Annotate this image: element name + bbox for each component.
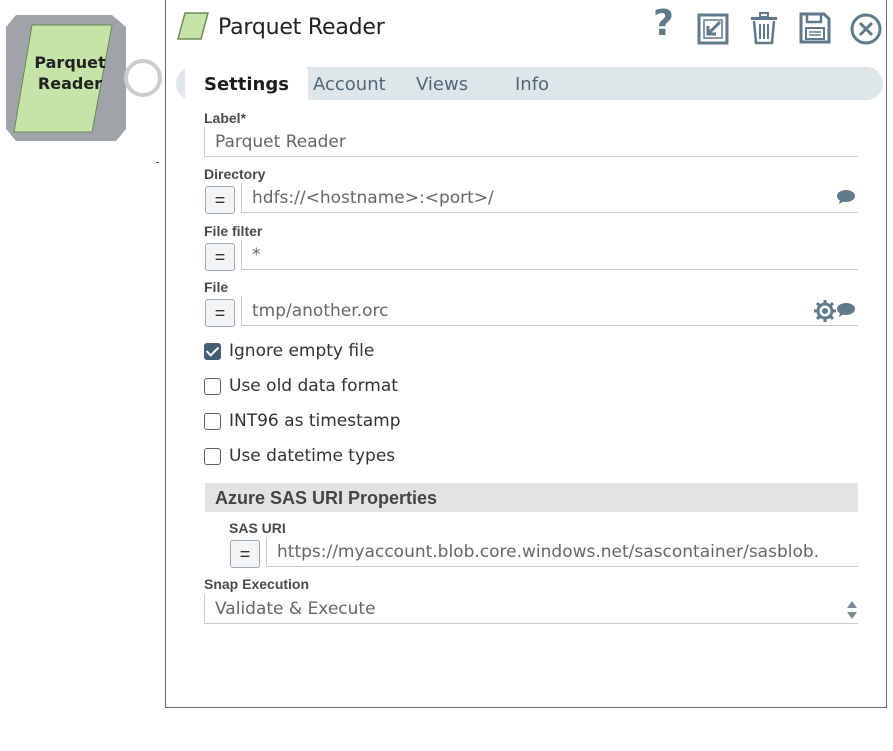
parquet-reader-snap[interactable]: Parquet Reader (6, 15, 162, 142)
checkbox-label: Use old data format (229, 376, 398, 396)
suggest-icon[interactable] (836, 189, 856, 205)
directory-expression-button[interactable]: = (205, 186, 235, 214)
tab-info[interactable]: Info (515, 67, 549, 100)
dialog-title: Parquet Reader (218, 15, 385, 40)
checkbox-label: INT96 as timestamp (229, 411, 401, 431)
file-expression-button[interactable]: = (205, 299, 235, 327)
file-filter-expression-button[interactable]: = (205, 243, 235, 271)
azure-sas-section-header: Azure SAS URI Properties (205, 483, 858, 512)
label-field-label: Label* (204, 110, 247, 126)
file-filter-input[interactable]: * (241, 240, 858, 270)
label-input[interactable]: Parquet Reader (204, 127, 858, 157)
save-icon[interactable] (799, 12, 831, 44)
snap-execution-field-label: Snap Execution (204, 576, 310, 592)
export-icon[interactable] (697, 13, 729, 45)
snap-name: Parquet Reader (34, 53, 106, 93)
checkbox-label: Ignore empty file (229, 341, 375, 361)
suggest-icon[interactable] (836, 302, 856, 318)
directory-input[interactable]: hdfs://<hostname>:<port>/ (241, 183, 858, 213)
trash-icon[interactable] (749, 12, 779, 45)
file-field-label: File (204, 279, 229, 295)
file-filter-field-label: File filter (204, 223, 263, 239)
close-icon[interactable] (850, 13, 882, 45)
tab-account[interactable]: Account (313, 67, 386, 100)
sas-uri-field-label: SAS URI (229, 520, 286, 536)
snap-execution-select[interactable]: Validate & Execute (204, 594, 858, 624)
checkbox-box[interactable] (204, 378, 221, 395)
browse-gear-icon[interactable] (814, 300, 836, 322)
canvas-marker (156, 162, 159, 163)
directory-field-label: Directory (204, 166, 266, 182)
checkbox-box[interactable] (204, 448, 221, 465)
checkbox-box[interactable] (204, 343, 221, 360)
help-icon[interactable]: ? (653, 4, 674, 44)
snap-type-icon (177, 12, 209, 40)
dialog-header: Parquet Reader ? (166, 0, 886, 60)
tab-settings[interactable]: Settings (185, 67, 308, 100)
sas-uri-expression-button[interactable]: = (230, 540, 260, 568)
output-port-icon (124, 59, 162, 97)
sas-uri-input[interactable]: https://myaccount.blob.core.windows.net/… (266, 537, 858, 567)
tab-views[interactable]: Views (416, 67, 468, 100)
checkbox-label: Use datetime types (229, 446, 396, 466)
tab-bar: Settings Account Views Info (176, 67, 883, 100)
snap-settings-dialog: Parquet Reader ? Settings Account Views … (165, 0, 887, 708)
file-input[interactable]: tmp/another.orc (241, 296, 858, 326)
select-arrows-icon (847, 601, 857, 619)
checkbox-box[interactable] (204, 413, 221, 430)
